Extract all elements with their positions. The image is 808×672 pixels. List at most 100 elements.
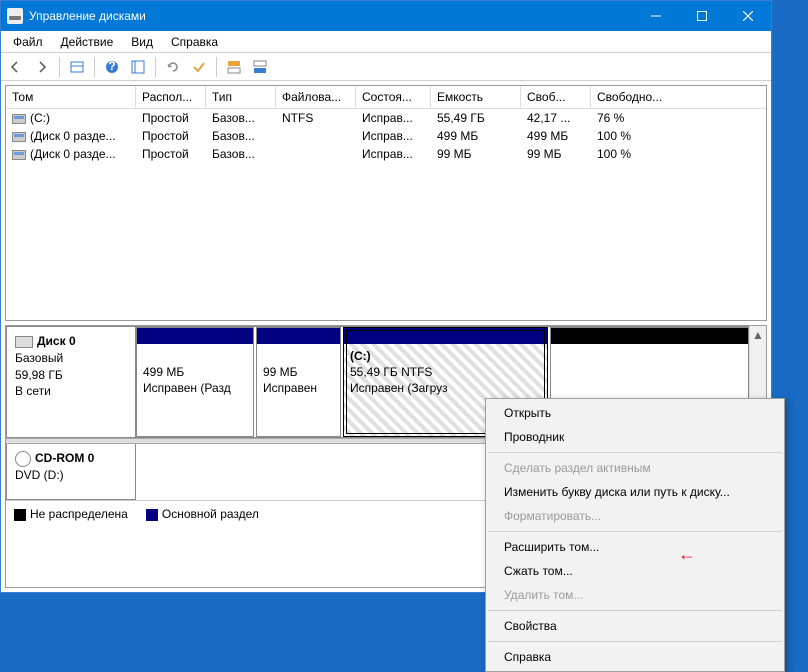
menu-view[interactable]: Вид	[123, 33, 161, 51]
part-status: Исправен (Разд	[143, 380, 247, 396]
ctx-extend-volume[interactable]: Расширить том...	[486, 535, 784, 559]
separator	[94, 57, 95, 77]
view-button[interactable]	[66, 56, 88, 78]
toolbar: ?	[1, 53, 771, 81]
cell-layout: Простой	[136, 127, 206, 145]
part-status: Исправен	[263, 380, 334, 396]
cdrom-label[interactable]: CD-ROM 0 DVD (D:)	[6, 444, 136, 500]
ctx-explorer[interactable]: Проводник	[486, 425, 784, 449]
help-button[interactable]: ?	[101, 56, 123, 78]
ctx-change-letter[interactable]: Изменить букву диска или путь к диску...	[486, 480, 784, 504]
window-buttons	[633, 1, 771, 31]
volume-rows: (C:) Простой Базов... NTFS Исправ... 55,…	[6, 109, 766, 320]
cell-fs	[276, 145, 356, 163]
volume-icon	[12, 114, 26, 124]
cell-layout: Простой	[136, 109, 206, 127]
separator	[216, 57, 217, 77]
separator	[155, 57, 156, 77]
part-size: 99 МБ	[263, 364, 334, 380]
part-size: 499 МБ	[143, 364, 247, 380]
settings-button[interactable]	[127, 56, 149, 78]
ctx-make-active: Сделать раздел активным	[486, 456, 784, 480]
cell-status: Исправ...	[356, 109, 431, 127]
minimize-button[interactable]	[633, 1, 679, 31]
cdrom-sub: DVD (D:)	[15, 467, 127, 484]
menu-help[interactable]: Справка	[163, 33, 226, 51]
back-button[interactable]	[5, 56, 27, 78]
col-freepct[interactable]: Свободно...	[591, 86, 766, 108]
ctx-separator	[488, 641, 782, 642]
cell-capacity: 499 МБ	[431, 127, 521, 145]
separator	[59, 57, 60, 77]
disk-title: Диск 0	[37, 334, 76, 348]
ctx-shrink-volume[interactable]: Сжать том...	[486, 559, 784, 583]
ctx-format: Форматировать...	[486, 504, 784, 528]
volume-row[interactable]: (C:) Простой Базов... NTFS Исправ... 55,…	[6, 109, 766, 127]
forward-button[interactable]	[31, 56, 53, 78]
svg-text:?: ?	[108, 60, 115, 73]
col-fs[interactable]: Файлова...	[276, 86, 356, 108]
titlebar[interactable]: Управление дисками	[1, 1, 771, 31]
menubar: Файл Действие Вид Справка	[1, 31, 771, 53]
ctx-separator	[488, 452, 782, 453]
col-layout[interactable]: Распол...	[136, 86, 206, 108]
context-menu: Открыть Проводник Сделать раздел активны…	[485, 398, 785, 672]
volume-header: Том Распол... Тип Файлова... Состоя... Е…	[6, 86, 766, 109]
list-top-button[interactable]	[223, 56, 245, 78]
cell-capacity: 55,49 ГБ	[431, 109, 521, 127]
col-status[interactable]: Состоя...	[356, 86, 431, 108]
ctx-separator	[488, 531, 782, 532]
ctx-separator	[488, 610, 782, 611]
list-bottom-button[interactable]	[249, 56, 271, 78]
close-button[interactable]	[725, 1, 771, 31]
swatch-primary	[146, 509, 158, 521]
volume-name: (C:)	[30, 111, 50, 125]
window-title: Управление дисками	[29, 9, 633, 23]
partition-bar	[344, 328, 547, 344]
partition-1[interactable]: 499 МБ Исправен (Разд	[136, 327, 254, 437]
cell-free: 42,17 ...	[521, 109, 591, 127]
ctx-open[interactable]: Открыть	[486, 401, 784, 425]
part-label: (C:)	[350, 349, 371, 363]
scroll-up-button[interactable]: ▲	[750, 326, 766, 343]
col-capacity[interactable]: Емкость	[431, 86, 521, 108]
menu-file[interactable]: Файл	[5, 33, 51, 51]
check-button[interactable]	[188, 56, 210, 78]
partition-bar	[257, 328, 340, 344]
partition-2[interactable]: 99 МБ Исправен	[256, 327, 341, 437]
maximize-button[interactable]	[679, 1, 725, 31]
app-icon	[7, 8, 23, 24]
cell-type: Базов...	[206, 127, 276, 145]
cdrom-icon	[15, 451, 31, 467]
col-free[interactable]: Своб...	[521, 86, 591, 108]
disk-icon	[15, 336, 33, 348]
col-volume[interactable]: Том	[6, 86, 136, 108]
cell-layout: Простой	[136, 145, 206, 163]
cdrom-title: CD-ROM 0	[35, 451, 94, 465]
disk-0-label[interactable]: Диск 0 Базовый 59,98 ГБ В сети	[6, 326, 136, 438]
cell-free: 499 МБ	[521, 127, 591, 145]
volume-row[interactable]: (Диск 0 разде... Простой Базов... Исправ…	[6, 145, 766, 163]
volume-row[interactable]: (Диск 0 разде... Простой Базов... Исправ…	[6, 127, 766, 145]
col-type[interactable]: Тип	[206, 86, 276, 108]
legend-primary: Основной раздел	[162, 507, 259, 521]
cell-fs	[276, 127, 356, 145]
menu-action[interactable]: Действие	[53, 33, 122, 51]
volume-icon	[12, 132, 26, 142]
volume-icon	[12, 150, 26, 160]
cell-type: Базов...	[206, 109, 276, 127]
part-status: Исправен (Загруз	[350, 380, 541, 396]
refresh-button[interactable]	[162, 56, 184, 78]
cell-capacity: 99 МБ	[431, 145, 521, 163]
cell-freepct: 76 %	[591, 109, 766, 127]
volume-list[interactable]: Том Распол... Тип Файлова... Состоя... Е…	[5, 85, 767, 321]
ctx-help[interactable]: Справка	[486, 645, 784, 669]
volume-name: (Диск 0 разде...	[30, 129, 116, 143]
cell-status: Исправ...	[356, 127, 431, 145]
cell-type: Базов...	[206, 145, 276, 163]
disk-status: В сети	[15, 383, 127, 400]
partition-bar	[551, 328, 748, 344]
ctx-properties[interactable]: Свойства	[486, 614, 784, 638]
annotation-arrow-icon: ←	[678, 544, 696, 565]
part-size: 55,49 ГБ NTFS	[350, 364, 541, 380]
